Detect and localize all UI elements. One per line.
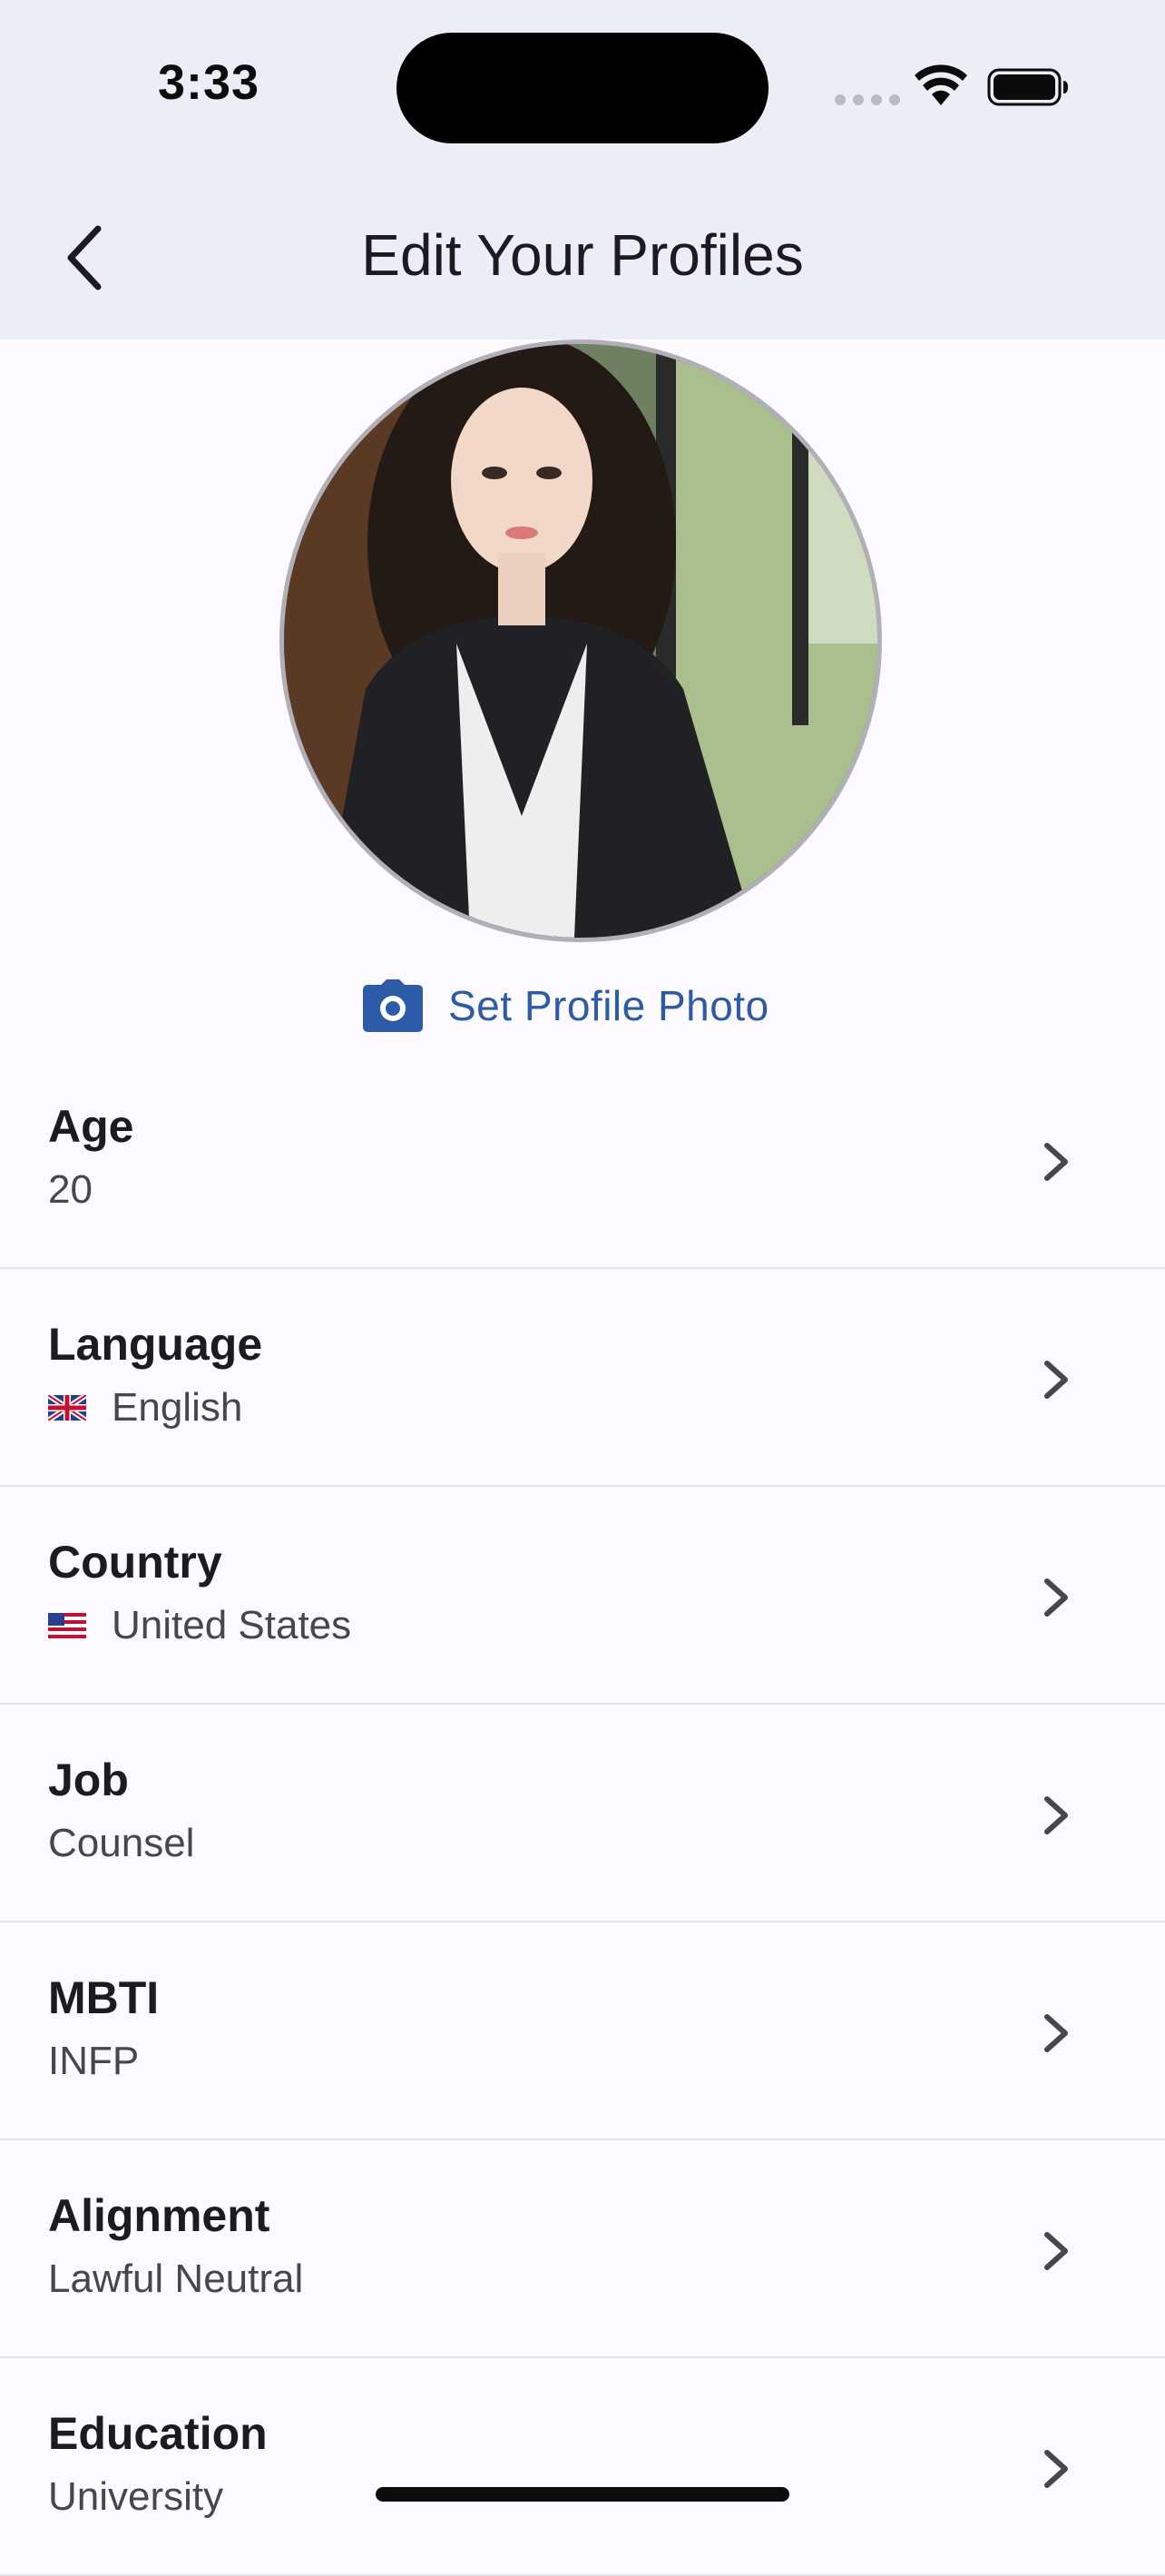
row-value-text: INFP [48, 2039, 140, 2083]
cellular-signal-icon [835, 94, 900, 105]
row-job[interactable]: Job Counsel [0, 1705, 1165, 1922]
row-value-text: United States [112, 1603, 352, 1647]
row-title: Education [48, 2408, 268, 2459]
row-value-text: University [48, 2474, 224, 2519]
row-value: 20 [48, 1167, 93, 1213]
row-title: Country [48, 1537, 222, 1588]
row-education[interactable]: Education University [0, 2358, 1165, 2576]
row-value-text: 20 [48, 1167, 93, 1212]
row-value-text: Lawful Neutral [48, 2256, 304, 2301]
us-flag-icon [48, 1613, 86, 1638]
chevron-right-icon [1044, 2232, 1068, 2270]
row-value-text: English [112, 1385, 243, 1430]
row-value: United States [48, 1603, 351, 1648]
home-indicator[interactable] [376, 2487, 789, 2502]
chevron-right-icon [1044, 1361, 1068, 1399]
dynamic-island [396, 33, 769, 143]
uk-flag-icon [48, 1395, 86, 1421]
avatar-image [284, 344, 877, 938]
chevron-right-icon [1044, 2450, 1068, 2488]
row-value: Lawful Neutral [48, 2256, 303, 2302]
row-title: Job [48, 1755, 129, 1805]
camera-icon [363, 979, 423, 1032]
row-country[interactable]: Country United States [0, 1487, 1165, 1705]
chevron-right-icon [1044, 1143, 1068, 1181]
chevron-right-icon [1044, 1578, 1068, 1617]
row-value: English [48, 1385, 242, 1431]
chevron-right-icon [1044, 1796, 1068, 1834]
battery-icon [987, 68, 1068, 106]
set-profile-photo-button[interactable]: Set Profile Photo [363, 971, 769, 1040]
profile-avatar[interactable] [279, 339, 882, 942]
profile-fields-list: Age 20 Language English Country United S… [0, 1051, 1165, 2576]
wifi-icon [915, 64, 967, 105]
row-value-text: Counsel [48, 1821, 195, 1865]
row-title: Alignment [48, 2190, 270, 2241]
row-title: Age [48, 1101, 134, 1152]
row-language[interactable]: Language English [0, 1269, 1165, 1487]
set-profile-photo-label: Set Profile Photo [448, 982, 769, 1029]
row-value: University [48, 2474, 223, 2520]
page-title: Edit Your Profiles [361, 222, 804, 288]
row-alignment[interactable]: Alignment Lawful Neutral [0, 2140, 1165, 2358]
status-time: 3:33 [158, 55, 260, 110]
header-bar: 3:33 Edit Your Profiles [0, 0, 1165, 339]
row-age[interactable]: Age 20 [0, 1051, 1165, 1269]
chevron-right-icon [1044, 2014, 1068, 2052]
row-mbti[interactable]: MBTI INFP [0, 1922, 1165, 2140]
row-value: Counsel [48, 1821, 194, 1866]
row-value: INFP [48, 2039, 139, 2084]
row-title: MBTI [48, 1972, 160, 2023]
row-title: Language [48, 1319, 263, 1370]
